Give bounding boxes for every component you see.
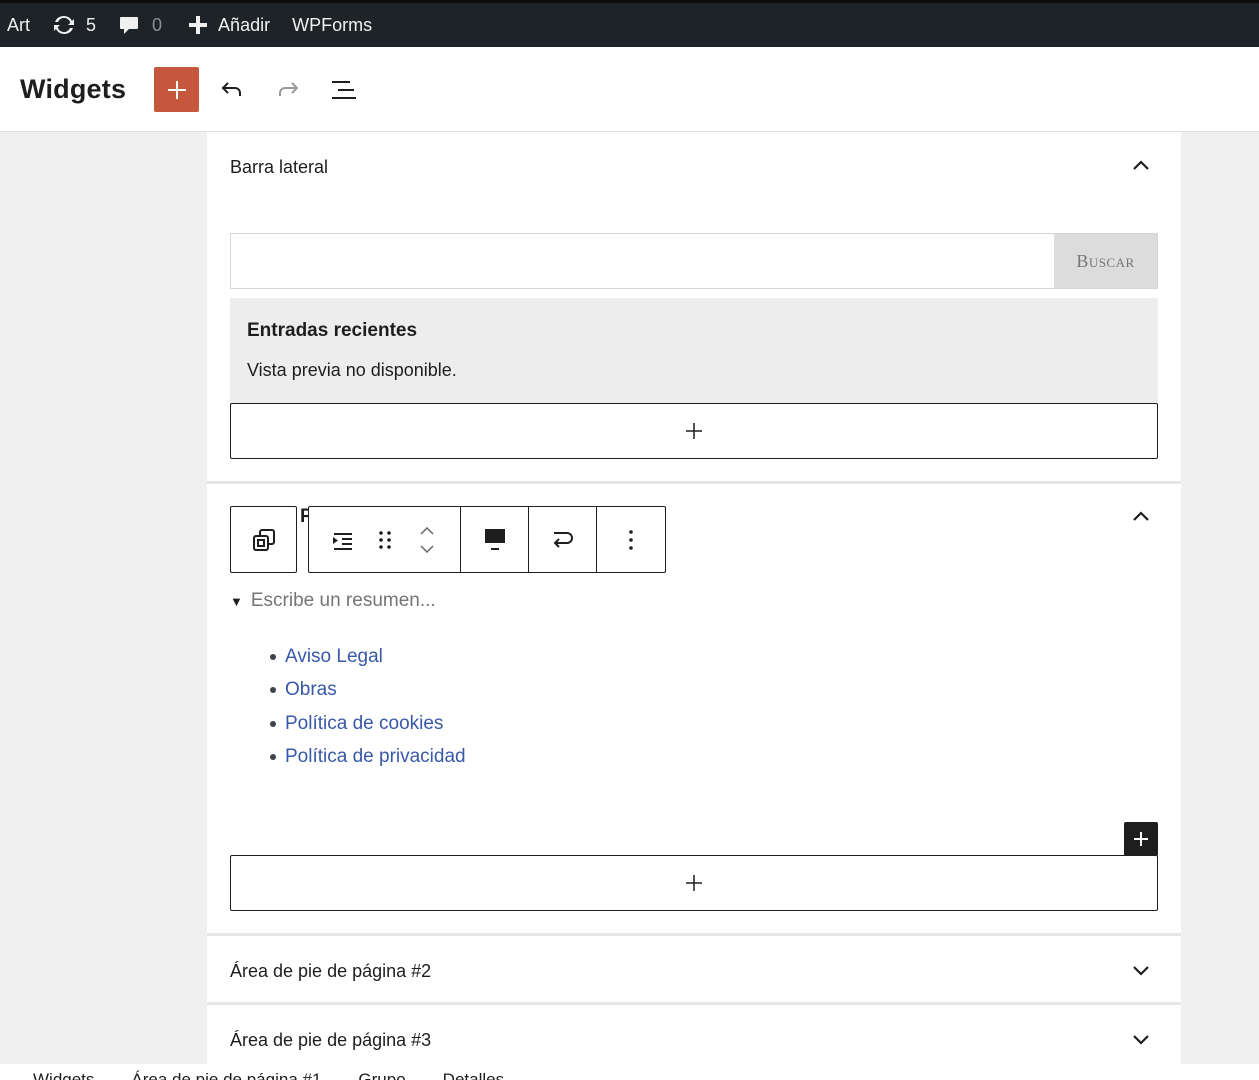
recent-posts-title: Entradas recientes [247,320,418,341]
breadcrumb-item[interactable]: Detalles [443,1070,504,1080]
undo-icon [221,82,241,96]
site-name-link[interactable]: Art [0,3,52,47]
comments-link[interactable]: 0 [118,3,188,47]
search-button[interactable]: Buscar [1054,234,1157,288]
plus-icon [686,875,702,891]
widget-areas: Barra lateral Buscar Entradas recientes … [207,132,1181,1064]
align-top-icon [484,528,505,550]
page-link[interactable]: Política de cookies [285,713,443,735]
plus-icon [167,80,186,99]
bullet-icon [270,687,276,694]
block-inserter-button[interactable] [154,67,199,112]
admin-bar: Art 5 0 Añadir WPForms [0,0,1259,47]
inline-add-block-button[interactable] [1124,822,1158,856]
page-link[interactable]: Política de privacidad [285,746,466,768]
collapse-footer-1-button[interactable] [1129,504,1153,528]
list-item: Política de cookies [270,707,466,741]
list-view-button[interactable] [330,76,358,104]
plus-icon [189,16,208,34]
footer-area-3-title[interactable]: Área de pie de página #3 [230,1030,431,1051]
expand-footer-3-button[interactable] [1129,1028,1153,1052]
search-widget: Buscar [230,233,1158,289]
mover-controls [405,512,449,568]
undo-button[interactable] [218,76,246,104]
more-options-button[interactable] [627,528,635,552]
plus-icon [1134,832,1148,846]
chevron-down-icon [1133,966,1149,976]
collapse-sidebar-button[interactable] [1129,153,1153,177]
expand-footer-2-button[interactable] [1129,959,1153,983]
breadcrumb-separator: → [104,1070,122,1080]
block-toolbar-group-options [597,507,665,572]
add-block-button[interactable] [230,403,1158,459]
more-vertical-icon [629,529,633,550]
list-view-icon [332,81,356,99]
block-toolbar-group-move [309,507,461,572]
wpforms-link[interactable]: WPForms [292,3,372,47]
wpforms-label: WPForms [292,14,373,35]
bullet-icon [270,653,276,660]
page-link[interactable]: Obras [285,679,337,701]
breadcrumb-item[interactable]: Grupo [358,1070,405,1080]
list-item: Política de privacidad [270,741,466,775]
chevron-down-icon [419,544,434,553]
breadcrumb-separator: → [415,1070,433,1080]
group-icon [252,528,275,551]
redo-icon [279,82,299,96]
site-name: Art [7,14,31,35]
list-indent-icon [332,532,352,550]
pages-list: Aviso Legal Obras Política de cookies Po… [270,640,466,775]
panel-divider [207,1002,1181,1005]
panel-divider [207,481,1181,484]
redo-button[interactable] [274,76,302,104]
drag-handle-icon [378,530,391,549]
add-new-label: Añadir [218,14,271,35]
breadcrumb-item[interactable]: Widgets [33,1070,94,1080]
block-breadcrumb: Widgets → Área de pie de página #1 → Gru… [0,1064,1259,1080]
wrap-icon [553,531,573,548]
breadcrumb-item[interactable]: Área de pie de página #1 [131,1070,321,1080]
page-link[interactable]: Aviso Legal [285,646,383,668]
align-button[interactable] [483,527,507,553]
panel-divider [207,933,1181,936]
block-type-button[interactable] [321,520,365,560]
move-down-button[interactable] [418,543,436,557]
updates-icon [54,15,75,35]
block-toolbar-group-align [461,507,529,572]
disclosure-triangle-icon: ▼ [230,593,243,609]
bullet-icon [270,720,276,727]
comment-icon [120,17,139,34]
add-block-button[interactable] [230,855,1158,911]
chevron-down-icon [1133,1035,1149,1045]
details-summary[interactable]: ▼ Escribe un resumen... [230,590,436,612]
list-item: Aviso Legal [270,640,466,674]
select-parent-button[interactable] [230,506,297,573]
block-toolbar-group-transform [529,507,597,572]
summary-placeholder: Escribe un resumen... [250,590,436,611]
updates-count: 5 [86,14,97,35]
bullet-icon [270,754,276,761]
chevron-up-icon [1133,511,1149,521]
add-new-link[interactable]: Añadir [188,3,292,47]
updates-link[interactable]: 5 [52,3,118,47]
list-item: Obras [270,674,466,708]
breadcrumb-separator: → [331,1070,349,1080]
chevron-up-icon [419,526,434,535]
footer-area-2-title[interactable]: Área de pie de página #2 [230,961,431,982]
search-input[interactable] [231,234,1055,288]
page-title: Widgets [20,73,127,104]
editor-header: Widgets [0,47,1259,132]
recent-posts-widget[interactable]: Entradas recientes Vista previa no dispo… [230,298,1158,408]
chevron-up-icon [1133,160,1149,170]
drag-handle[interactable] [365,520,405,560]
block-toolbar [308,506,666,573]
move-up-button[interactable] [418,523,436,537]
plus-icon [686,423,702,439]
transform-button[interactable] [550,527,576,553]
sidebar-panel-title[interactable]: Barra lateral [230,157,328,178]
recent-posts-preview-text: Vista previa no disponible. [247,360,457,380]
comments-count: 0 [152,14,163,35]
